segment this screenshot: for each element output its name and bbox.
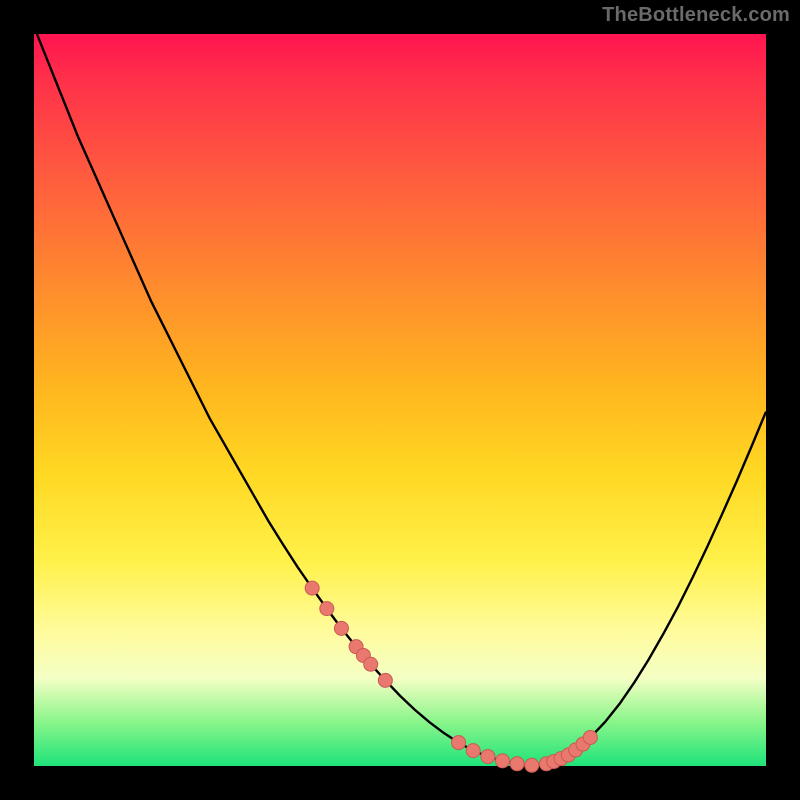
chart-marker (364, 657, 378, 671)
chart-marker (525, 758, 539, 772)
watermark-text: TheBottleneck.com (602, 4, 790, 27)
app-frame: TheBottleneck.com (0, 0, 800, 800)
chart-marker (481, 749, 495, 763)
marker-layer (305, 581, 597, 772)
chart-marker (378, 673, 392, 687)
chart-marker (305, 581, 319, 595)
chart-marker (452, 736, 466, 750)
chart-marker (495, 754, 509, 768)
chart-marker (320, 602, 334, 616)
chart-marker (334, 621, 348, 635)
bottleneck-curve-path (34, 27, 766, 766)
chart-marker (510, 757, 524, 771)
plot-container (34, 34, 766, 766)
chart-marker (583, 730, 597, 744)
bottleneck-chart (34, 34, 766, 766)
chart-marker (466, 744, 480, 758)
